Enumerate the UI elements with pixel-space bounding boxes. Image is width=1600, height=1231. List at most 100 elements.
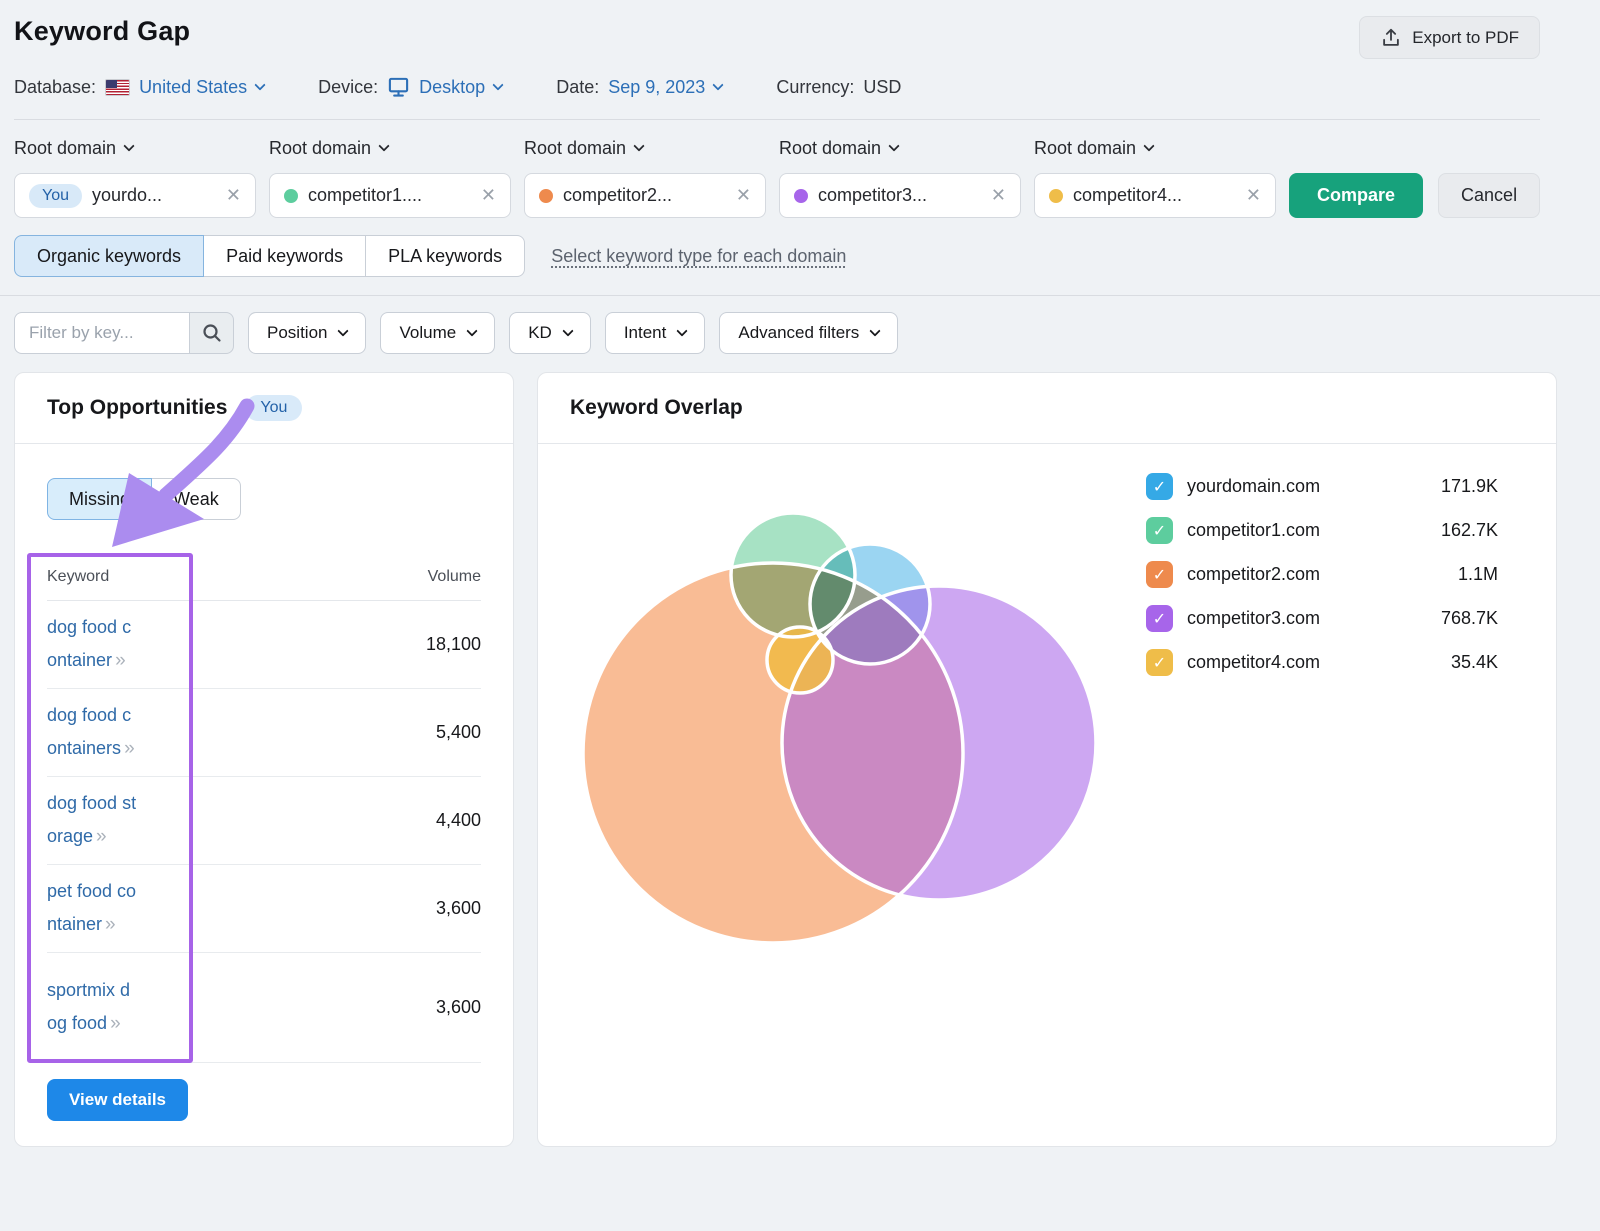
keyword-link[interactable]: dog food container» — [47, 612, 138, 677]
export-label: Export to PDF — [1412, 28, 1519, 48]
competitor2-dot — [539, 189, 553, 203]
table-row: pet food container» 3,600 — [47, 865, 481, 953]
volume-filter[interactable]: Volume — [380, 312, 495, 354]
date-selector[interactable]: Date: Sep 9, 2023 — [556, 77, 722, 98]
weak-toggle[interactable]: Weak — [151, 478, 241, 520]
search-button[interactable] — [189, 312, 234, 354]
keyword-column-header: Keyword — [47, 568, 109, 586]
you-badge: You — [29, 184, 82, 208]
database-selector[interactable]: Database: United States — [14, 77, 264, 98]
yourdomain-checkbox[interactable]: ✓ — [1146, 473, 1173, 500]
remove-domain-icon[interactable]: ✕ — [1246, 185, 1261, 206]
missing-toggle[interactable]: Missing — [47, 478, 152, 520]
keyword-type-tabs: Organic keywords Paid keywords PLA keywo… — [0, 218, 1600, 277]
export-icon — [1380, 27, 1402, 49]
view-details-button[interactable]: View details — [47, 1079, 188, 1121]
chevron-down-icon — [493, 79, 504, 90]
database-value: United States — [139, 77, 247, 98]
volume-value: 3,600 — [436, 898, 481, 919]
advanced-filters[interactable]: Advanced filters — [719, 312, 898, 354]
legend-domain: competitor3.com — [1187, 608, 1320, 629]
remove-domain-icon[interactable]: ✕ — [736, 185, 751, 206]
chevron-down-icon — [677, 325, 688, 336]
competitor4-dot — [1049, 189, 1063, 203]
kd-filter[interactable]: KD — [509, 312, 591, 354]
keyword-expand-icon: » — [110, 1013, 120, 1034]
intent-filter[interactable]: Intent — [605, 312, 706, 354]
keyword-expand-icon: » — [105, 914, 115, 935]
tab-organic-keywords[interactable]: Organic keywords — [14, 235, 204, 277]
chevron-down-icon — [378, 140, 389, 151]
keyword-link[interactable]: dog food storage» — [47, 788, 138, 853]
chevron-down-icon — [888, 140, 899, 151]
root-domain-dropdown-1[interactable]: Root domain — [14, 134, 256, 162]
top-opportunities-card: Top Opportunities You Missing Weak Keywo… — [14, 372, 514, 1147]
legend-value: 1.1M — [1458, 564, 1498, 585]
competitor3-dot — [794, 189, 808, 203]
domain-chip-text: competitor3... — [818, 185, 981, 206]
volume-value: 5,400 — [436, 722, 481, 743]
tab-paid-keywords[interactable]: Paid keywords — [203, 235, 366, 277]
domain-chip-competitor2[interactable]: competitor2... ✕ — [524, 173, 766, 218]
volume-value: 18,100 — [426, 634, 481, 655]
remove-domain-icon[interactable]: ✕ — [991, 185, 1006, 206]
filter-bar: Position Volume KD Intent Advanced filte… — [0, 296, 1600, 354]
position-filter[interactable]: Position — [248, 312, 366, 354]
domain-chip-text: yourdo... — [92, 185, 216, 206]
chevron-down-icon — [338, 325, 349, 336]
keyword-expand-icon: » — [96, 826, 106, 847]
volume-column-header: Volume — [428, 568, 481, 586]
device-selector[interactable]: Device: Desktop — [318, 76, 502, 98]
competitor3-checkbox[interactable]: ✓ — [1146, 605, 1173, 632]
legend-value: 768.7K — [1441, 608, 1498, 629]
keyword-filter-input[interactable] — [14, 312, 189, 354]
domain-chip-yourdomain[interactable]: You yourdo... ✕ — [14, 173, 256, 218]
cancel-button[interactable]: Cancel — [1438, 173, 1540, 218]
header-divider — [14, 119, 1540, 120]
legend-domain: competitor2.com — [1187, 564, 1320, 585]
page-header: Keyword Gap Export to PDF Database: Unit… — [0, 0, 1600, 120]
desktop-icon — [387, 76, 410, 98]
tab-pla-keywords[interactable]: PLA keywords — [365, 235, 525, 277]
domain-selectors: Root domain You yourdo... ✕ Root domain … — [0, 120, 1600, 218]
you-badge: You — [245, 395, 302, 421]
keyword-link[interactable]: dog food containers» — [47, 700, 138, 765]
domain-chip-competitor3[interactable]: competitor3... ✕ — [779, 173, 1021, 218]
root-domain-dropdown-3[interactable]: Root domain — [524, 134, 766, 162]
table-row: dog food container» 18,100 — [47, 601, 481, 689]
page-title: Keyword Gap — [14, 16, 190, 47]
chevron-down-icon — [713, 79, 724, 90]
select-keyword-type-link[interactable]: Select keyword type for each domain — [551, 246, 846, 267]
date-value: Sep 9, 2023 — [608, 77, 705, 98]
keyword-link[interactable]: sportmix dog food» — [47, 975, 138, 1040]
root-domain-dropdown-2[interactable]: Root domain — [269, 134, 511, 162]
export-to-pdf-button[interactable]: Export to PDF — [1359, 16, 1540, 59]
domain-chip-competitor1[interactable]: competitor1.... ✕ — [269, 173, 511, 218]
root-domain-dropdown-4[interactable]: Root domain — [779, 134, 1021, 162]
legend-row-yourdomain: ✓ yourdomain.com 171.9K — [1146, 471, 1498, 502]
chevron-down-icon — [123, 140, 134, 151]
device-label: Device: — [318, 77, 378, 98]
competitor4-checkbox[interactable]: ✓ — [1146, 649, 1173, 676]
volume-value: 4,400 — [436, 810, 481, 831]
legend-domain: yourdomain.com — [1187, 476, 1320, 497]
domain-chip-competitor4[interactable]: competitor4... ✕ — [1034, 173, 1276, 218]
keyword-expand-icon: » — [115, 650, 125, 671]
currency-label: Currency: — [776, 77, 854, 98]
legend-value: 171.9K — [1441, 476, 1498, 497]
legend-row-competitor2: ✓ competitor2.com 1.1M — [1146, 559, 1498, 590]
compare-button[interactable]: Compare — [1289, 173, 1423, 218]
device-value: Desktop — [419, 77, 485, 98]
chevron-down-icon — [467, 325, 478, 336]
search-icon — [201, 322, 223, 344]
currency-value: USD — [863, 77, 901, 98]
competitor2-checkbox[interactable]: ✓ — [1146, 561, 1173, 588]
remove-domain-icon[interactable]: ✕ — [481, 185, 496, 206]
chevron-down-icon — [633, 140, 644, 151]
root-domain-dropdown-5[interactable]: Root domain — [1034, 134, 1276, 162]
table-row: sportmix dog food» 3,600 — [47, 953, 481, 1063]
competitor1-checkbox[interactable]: ✓ — [1146, 517, 1173, 544]
keyword-link[interactable]: pet food container» — [47, 876, 138, 941]
chevron-down-icon — [1143, 140, 1154, 151]
remove-domain-icon[interactable]: ✕ — [226, 185, 241, 206]
